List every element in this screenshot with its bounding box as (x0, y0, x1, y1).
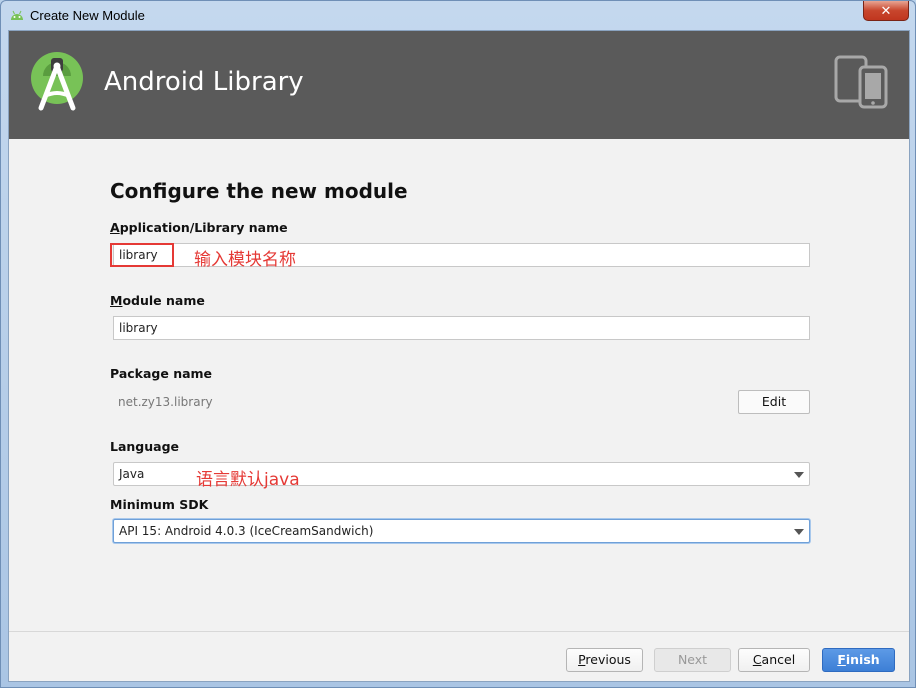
finish-button[interactable]: Finish (822, 648, 895, 672)
finish-mnemonic: F (837, 652, 846, 667)
close-icon: ✕ (880, 3, 892, 18)
min-sdk-label: Minimum SDK (110, 497, 209, 512)
form-area: Configure the new module Application/Lib… (9, 139, 909, 631)
previous-label: revious (585, 652, 631, 667)
form-heading: Configure the new module (110, 179, 408, 203)
package-name-value: net.zy13.library (118, 395, 213, 409)
finish-label: inish (845, 652, 880, 667)
page-title: Android Library (104, 67, 304, 97)
min-sdk-select[interactable]: API 15: Android 4.0.3 (IceCreamSandwich) (113, 519, 810, 543)
window-title: Create New Module (30, 8, 145, 23)
highlight-box (110, 243, 174, 267)
language-value: Java (119, 467, 145, 481)
wizard-footer: Previous Next Cancel Finish (9, 631, 909, 681)
wizard-header: Android Library (9, 31, 909, 139)
close-button[interactable]: ✕ (863, 1, 909, 21)
cancel-mnemonic: C (752, 652, 762, 667)
chevron-down-icon (794, 472, 804, 478)
app-name-annotation: 输入模块名称 (194, 250, 296, 270)
android-studio-logo (31, 52, 83, 111)
language-annotation: 语言默认java (196, 470, 300, 490)
app-name-label: Application/Library name (110, 220, 288, 235)
language-label: Language (110, 439, 180, 454)
cancel-button[interactable]: Cancel (738, 648, 810, 672)
devices-icon (834, 55, 888, 109)
module-name-value: library (119, 321, 158, 335)
package-name-label: Package name (110, 366, 213, 381)
module-name-label-text: odule name (122, 293, 205, 308)
android-icon (11, 10, 23, 20)
chevron-down-icon (794, 529, 804, 535)
previous-button[interactable]: Previous (566, 648, 643, 672)
title-bar[interactable]: Create New Module ✕ (1, 1, 915, 29)
dialog-window: Create New Module ✕ Android Library Conf… (0, 0, 916, 688)
app-name-label-mnemonic: A (110, 220, 120, 235)
cancel-label: ancel (761, 652, 796, 667)
dialog-client: Android Library Configure the new module… (8, 30, 910, 682)
module-name-input[interactable]: library (113, 316, 810, 340)
module-name-label-mnemonic: M (110, 293, 123, 308)
edit-package-button[interactable]: Edit (738, 390, 810, 414)
module-name-label: Module name (110, 293, 205, 308)
min-sdk-value: API 15: Android 4.0.3 (IceCreamSandwich) (119, 524, 374, 538)
next-button[interactable]: Next (654, 648, 731, 672)
app-name-label-text: pplication/Library name (119, 220, 288, 235)
